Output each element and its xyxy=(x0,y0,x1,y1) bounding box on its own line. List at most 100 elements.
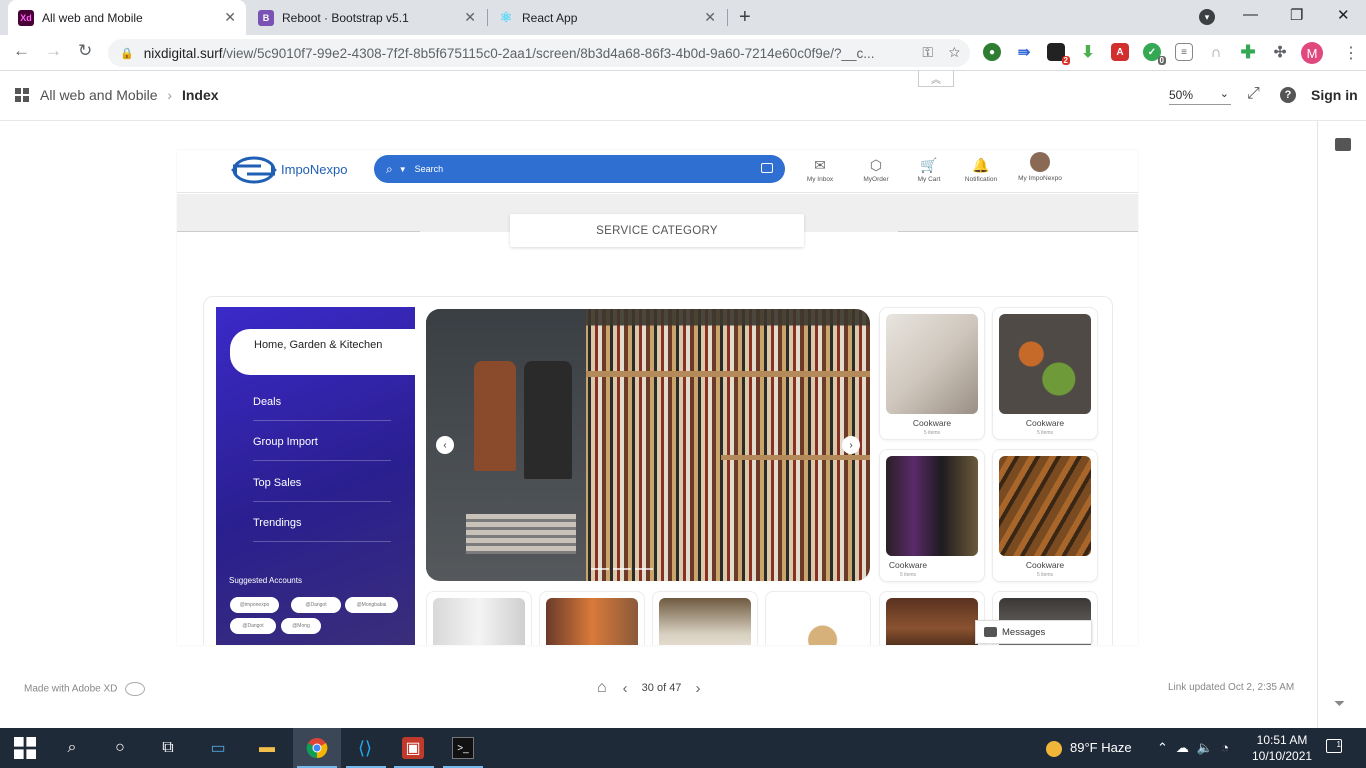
brand-name[interactable]: ImpoNexpo xyxy=(281,162,347,177)
service-category-tab[interactable]: SERVICE CATEGORY xyxy=(510,214,804,247)
close-tab-icon[interactable]: ✕ xyxy=(464,9,476,26)
taskbar-clock[interactable]: 10:51 AM 10/10/2021 xyxy=(1252,732,1312,764)
profile-avatar[interactable]: M xyxy=(1301,42,1323,64)
nav-my-inbox[interactable]: ✉ My Inbox xyxy=(804,156,836,184)
vscode-icon[interactable]: ⟨⟩ xyxy=(354,737,376,759)
tab-search-icon[interactable]: ▾ xyxy=(1199,9,1215,25)
product-card[interactable] xyxy=(426,591,532,645)
tray-chevron-icon[interactable]: ⌃ xyxy=(1157,740,1176,755)
search-icon[interactable]: ⌕ xyxy=(61,737,83,759)
product-card[interactable] xyxy=(765,591,871,645)
account-chip[interactable]: @Dangot xyxy=(230,618,276,634)
carousel-next-icon[interactable]: › xyxy=(842,436,860,454)
tab-reboot-bootstrap[interactable]: B Reboot · Bootstrap v5.1 ✕ xyxy=(248,0,486,35)
category-card[interactable]: Cookware 5 items xyxy=(879,449,985,582)
notification-center-icon[interactable]: 1 xyxy=(1326,739,1342,753)
extension-arch-icon[interactable]: ∩ xyxy=(1207,43,1225,61)
search-input[interactable]: Search xyxy=(415,164,444,174)
pdf-extension-icon[interactable]: A xyxy=(1111,43,1129,61)
category-card[interactable]: Cookware 5 items xyxy=(879,307,985,440)
search-bar[interactable]: ⌕ ▼ Search xyxy=(374,155,785,183)
nav-my-order[interactable]: ⬡ MyOrder xyxy=(859,156,893,184)
onedrive-cloud-icon[interactable]: ☁ xyxy=(1176,740,1197,755)
product-card[interactable] xyxy=(652,591,758,645)
comment-icon[interactable] xyxy=(1335,138,1351,151)
reload-icon[interactable]: ↻ xyxy=(78,41,92,61)
close-tab-icon[interactable]: ✕ xyxy=(704,9,716,26)
tab-react-app[interactable]: ⚛ React App ✕ xyxy=(488,0,726,35)
sidebar-item-home-garden[interactable]: Home, Garden & Kitechen xyxy=(230,329,415,375)
breadcrumb: All web and Mobile › Index xyxy=(40,87,219,103)
account-chip[interactable]: @Dangot xyxy=(291,597,341,613)
creative-cloud-icon xyxy=(125,682,146,696)
camera-icon[interactable] xyxy=(761,163,773,173)
carousel-indicators[interactable] xyxy=(591,568,653,570)
carousel-prev-icon[interactable]: ‹ xyxy=(436,436,454,454)
volume-icon[interactable]: 🔈 xyxy=(1197,740,1221,755)
category-card[interactable]: Cookware 5 items xyxy=(992,307,1098,440)
extension-check-icon[interactable]: ✓ 0 xyxy=(1143,43,1166,65)
grid-icon[interactable] xyxy=(15,88,29,102)
extension-arrow-icon[interactable]: ⇛ xyxy=(1015,43,1033,61)
windows-start-icon[interactable] xyxy=(14,737,36,759)
nav-my-imponexpo[interactable]: My ImpoNexpo xyxy=(1013,152,1067,182)
terminal-icon[interactable]: >_ xyxy=(452,737,474,759)
close-tab-icon[interactable]: ✕ xyxy=(224,9,236,26)
wifi-icon[interactable]: ◔ xyxy=(1221,740,1237,755)
file-explorer-icon[interactable]: ▬ xyxy=(256,737,278,759)
chrome-menu-icon[interactable]: ⋮ xyxy=(1343,43,1359,63)
sidebar-item-trendings[interactable]: Trendings xyxy=(253,517,391,542)
fullscreen-icon[interactable]: ⤢ xyxy=(1247,85,1260,103)
account-chip[interactable]: @imponexpo xyxy=(230,597,279,613)
caret-down-icon[interactable]: ▼ xyxy=(399,165,407,174)
extensions-puzzle-icon[interactable]: ✣ xyxy=(1271,43,1289,61)
app-icon[interactable]: ▣ xyxy=(402,737,424,759)
user-avatar xyxy=(1030,152,1050,172)
messages-label: Messages xyxy=(1002,626,1046,638)
product-card[interactable] xyxy=(539,591,645,645)
task-view-icon[interactable]: ⧉ xyxy=(157,737,179,759)
account-chip[interactable]: @Mongbabai xyxy=(345,597,398,613)
minimize-icon[interactable]: — xyxy=(1243,6,1258,23)
nav-notification[interactable]: 🔔 Notification xyxy=(960,156,1002,184)
made-with-adobe-xd[interactable]: Made with Adobe XD xyxy=(24,682,146,696)
notification-count: 1 xyxy=(1336,740,1341,749)
restore-icon[interactable]: ❐ xyxy=(1290,6,1303,24)
breadcrumb-parent[interactable]: All web and Mobile xyxy=(40,87,158,103)
tab-all-web-and-mobile[interactable]: Xd All web and Mobile ✕ xyxy=(8,0,246,35)
control-panel-icon[interactable]: ▭ xyxy=(207,737,229,759)
close-window-icon[interactable]: ✕ xyxy=(1337,6,1350,24)
collapse-handle[interactable]: ︽ xyxy=(918,71,954,87)
sidebar-item-top-sales[interactable]: Top Sales xyxy=(253,477,391,502)
bookmark-star-icon[interactable]: ☆ xyxy=(949,44,960,60)
reader-icon[interactable]: ≡ xyxy=(1175,43,1193,61)
filter-icon[interactable]: ⏷ xyxy=(1334,695,1345,712)
download-icon[interactable]: ⬇ xyxy=(1079,43,1097,61)
new-tab-button[interactable]: + xyxy=(739,6,751,29)
messages-button[interactable]: Messages xyxy=(975,620,1092,644)
prev-screen-icon[interactable]: ‹ xyxy=(623,680,628,697)
chrome-icon[interactable] xyxy=(306,737,328,759)
imponexpo-logo-icon[interactable] xyxy=(231,154,277,186)
back-icon[interactable]: ← xyxy=(13,41,30,61)
extension-plus-icon[interactable]: ✚ xyxy=(1239,42,1257,62)
next-screen-icon[interactable]: › xyxy=(695,680,700,697)
zoom-select[interactable]: 50% ⌄ xyxy=(1169,88,1231,105)
hero-carousel[interactable]: ‹ › xyxy=(426,309,870,581)
category-card[interactable]: Cookware 5 items xyxy=(992,449,1098,582)
nav-my-cart[interactable]: 🛒 My Cart xyxy=(914,156,944,184)
forward-icon[interactable]: → xyxy=(45,41,62,61)
extension-badge-icon[interactable]: 2 xyxy=(1047,43,1070,65)
sidebar-item-group-import[interactable]: Group Import xyxy=(253,436,391,461)
home-icon[interactable]: ⌂ xyxy=(597,679,607,697)
address-bar[interactable]: 🔒 nixdigital.surf/view/5c9010f7-99e2-430… xyxy=(108,39,970,67)
sign-in-link[interactable]: Sign in xyxy=(1311,87,1358,103)
product-card[interactable] xyxy=(879,591,985,645)
weather-widget[interactable]: 89°F Haze xyxy=(1046,740,1132,757)
sidebar-item-deals[interactable]: Deals xyxy=(253,396,391,421)
help-icon[interactable]: ? xyxy=(1280,87,1296,103)
account-chip[interactable]: @Mong xyxy=(281,618,321,634)
cortana-icon[interactable]: ○ xyxy=(109,737,131,759)
key-icon[interactable]: ⚿ xyxy=(922,44,933,60)
extension-globe-icon[interactable]: ● xyxy=(983,43,1001,61)
